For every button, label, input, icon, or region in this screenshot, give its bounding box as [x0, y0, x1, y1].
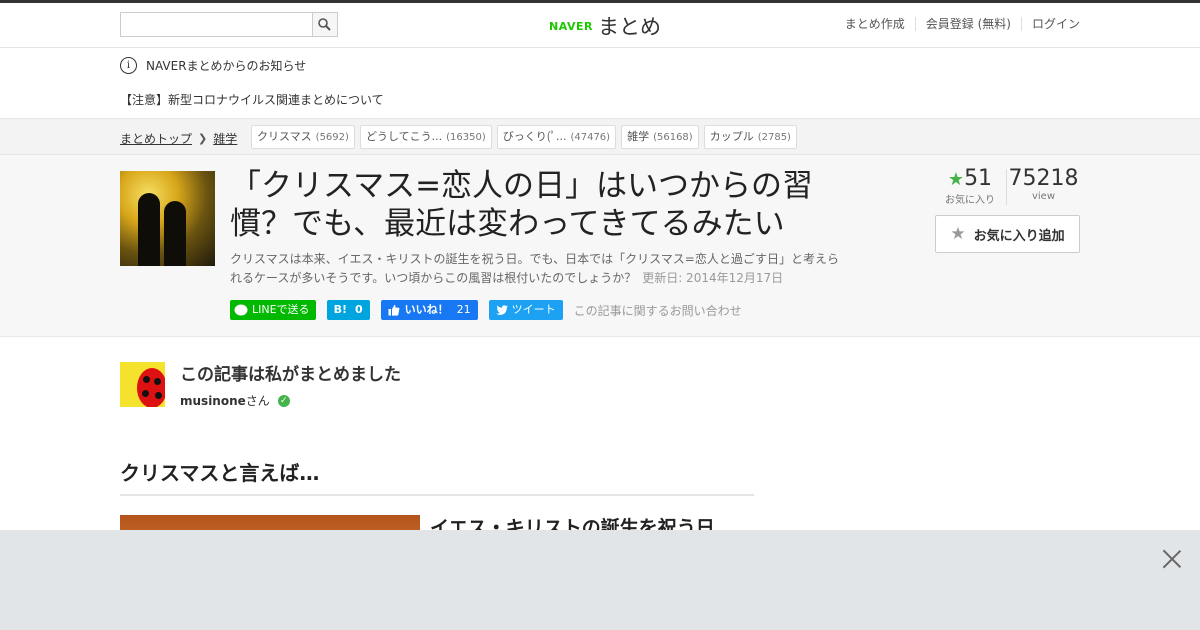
facebook-like-label: いいね！ — [404, 303, 449, 316]
views-stat: 75218 view — [1007, 166, 1080, 203]
silhouette-left — [138, 193, 160, 266]
curator-name[interactable]: musinone — [180, 394, 246, 408]
add-favorite-button[interactable]: ★ お気に入り追加 — [935, 215, 1080, 253]
tag-label: びっくり(ﾟ... — [502, 130, 567, 143]
tag-item[interactable]: びっくり(ﾟ... (47476) — [496, 125, 617, 149]
breadcrumb-category[interactable]: 雑学 — [213, 130, 237, 147]
ladybug-icon — [137, 368, 165, 407]
avatar[interactable] — [120, 362, 165, 407]
line-share-button[interactable]: LINEで送る — [230, 300, 316, 320]
tag-item[interactable]: カップル (2785) — [703, 125, 797, 149]
tag-item[interactable]: 雑学 (56168) — [621, 125, 699, 149]
notice-title: NAVERまとめからのお知らせ — [146, 59, 307, 73]
tag-count: (2785) — [757, 132, 791, 143]
breadcrumb-bar: まとめトップ ❯ 雑学 クリスマス (5692) どうしてこう... (16350)… — [0, 118, 1200, 155]
views-label: view — [1031, 191, 1056, 202]
curator-suffix: さん — [245, 394, 270, 408]
facebook-like-count: 21 — [456, 303, 471, 316]
favorites-label: お気に入り — [945, 195, 995, 206]
info-icon: i — [120, 57, 137, 74]
search-input[interactable] — [121, 13, 313, 36]
curator-name-row: musinone さん ✓ — [180, 392, 290, 409]
article-stats: ★51 お気に入り 75218 view — [935, 167, 1080, 207]
notice-link[interactable]: 【注意】新型コロナウイルス関連まとめについて — [120, 91, 384, 108]
notice-header: i NAVERまとめからのお知らせ — [120, 57, 306, 74]
article-header: 「クリスマス=恋人の日」はいつからの習慣？でも、最近は変わってきてるみたい クリ… — [0, 155, 1200, 337]
tag-label: カップル — [709, 130, 754, 143]
tag-item[interactable]: クリスマス (5692) — [251, 125, 355, 149]
tag-list: クリスマス (5692) どうしてこう... (16350) びっくり(ﾟ... (4… — [251, 125, 802, 149]
favorites-count: 51 — [964, 166, 993, 191]
facebook-like-button[interactable]: いいね！ 21 — [380, 300, 478, 320]
hatena-bookmark-button[interactable]: B! 0 — [326, 300, 370, 320]
article-description: クリスマスは本来、イエス・キリストの誕生を祝う日。でも、日本では「クリスマス=恋… — [230, 250, 845, 288]
close-icon[interactable] — [1162, 549, 1182, 569]
tag-label: どうしてこう... — [365, 130, 443, 143]
silhouette-right — [164, 201, 186, 266]
site-header: NAVER まとめ まとめ作成 会員登録 (無料) ログイン — [0, 3, 1200, 48]
line-share-label: LINEで送る — [252, 303, 310, 316]
contact-link[interactable]: この記事に関するお問い合わせ — [574, 302, 742, 319]
chevron-right-icon: ❯ — [198, 132, 208, 145]
tag-count: (16350) — [446, 132, 486, 143]
article-title: 「クリスマス=恋人の日」はいつからの習慣？でも、最近は変わってきてるみたい — [230, 168, 814, 242]
article-thumbnail — [120, 171, 215, 266]
star-outline-icon: ★ — [950, 224, 966, 244]
star-icon: ★ — [947, 169, 965, 190]
section-heading: クリスマスと言えば… — [120, 457, 754, 496]
ad-banner — [0, 530, 1200, 630]
thumbs-up-icon — [388, 304, 400, 316]
favorites-stat: ★51 お気に入り — [935, 166, 1005, 207]
tag-item[interactable]: どうしてこう... (16350) — [359, 125, 492, 149]
breadcrumb-top[interactable]: まとめトップ — [120, 130, 192, 147]
register-link[interactable]: 会員登録 (無料) — [914, 17, 1021, 31]
line-icon — [234, 304, 248, 316]
tag-label: 雑学 — [627, 130, 650, 143]
curator-heading: この記事は私がまとめました — [180, 365, 401, 385]
tweet-label: ツイート — [511, 303, 556, 316]
updated-date: 更新日: 2014年12月17日 — [642, 271, 784, 285]
tag-count: (47476) — [570, 132, 611, 143]
hatena-icon: B! — [333, 303, 347, 316]
site-logo[interactable]: NAVER まとめ — [549, 12, 661, 40]
views-count: 75218 — [1008, 166, 1079, 191]
login-link[interactable]: ログイン — [1020, 17, 1080, 31]
add-favorite-label: お気に入り追加 — [973, 228, 1065, 244]
search-box — [120, 12, 338, 37]
breadcrumb: まとめトップ ❯ 雑学 — [120, 130, 237, 147]
tag-count: (5692) — [315, 132, 349, 143]
logo-matome: まとめ — [597, 15, 661, 39]
tag-label: クリスマス — [257, 130, 312, 143]
tag-count: (56168) — [653, 132, 693, 143]
twitter-bird-icon — [495, 304, 508, 315]
share-buttons: LINEで送る B! 0 いいね！ 21 ツイート この記事に関するお問い合わせ — [230, 300, 742, 320]
hatena-count: 0 — [354, 303, 363, 316]
header-links: まとめ作成 会員登録 (無料) ログイン — [835, 17, 1080, 31]
search-icon — [318, 18, 331, 31]
search-button[interactable] — [312, 13, 337, 36]
create-matome-link[interactable]: まとめ作成 — [835, 17, 915, 31]
tweet-button[interactable]: ツイート — [488, 300, 563, 320]
logo-naver: NAVER — [549, 19, 593, 33]
verified-check-icon: ✓ — [277, 394, 290, 407]
